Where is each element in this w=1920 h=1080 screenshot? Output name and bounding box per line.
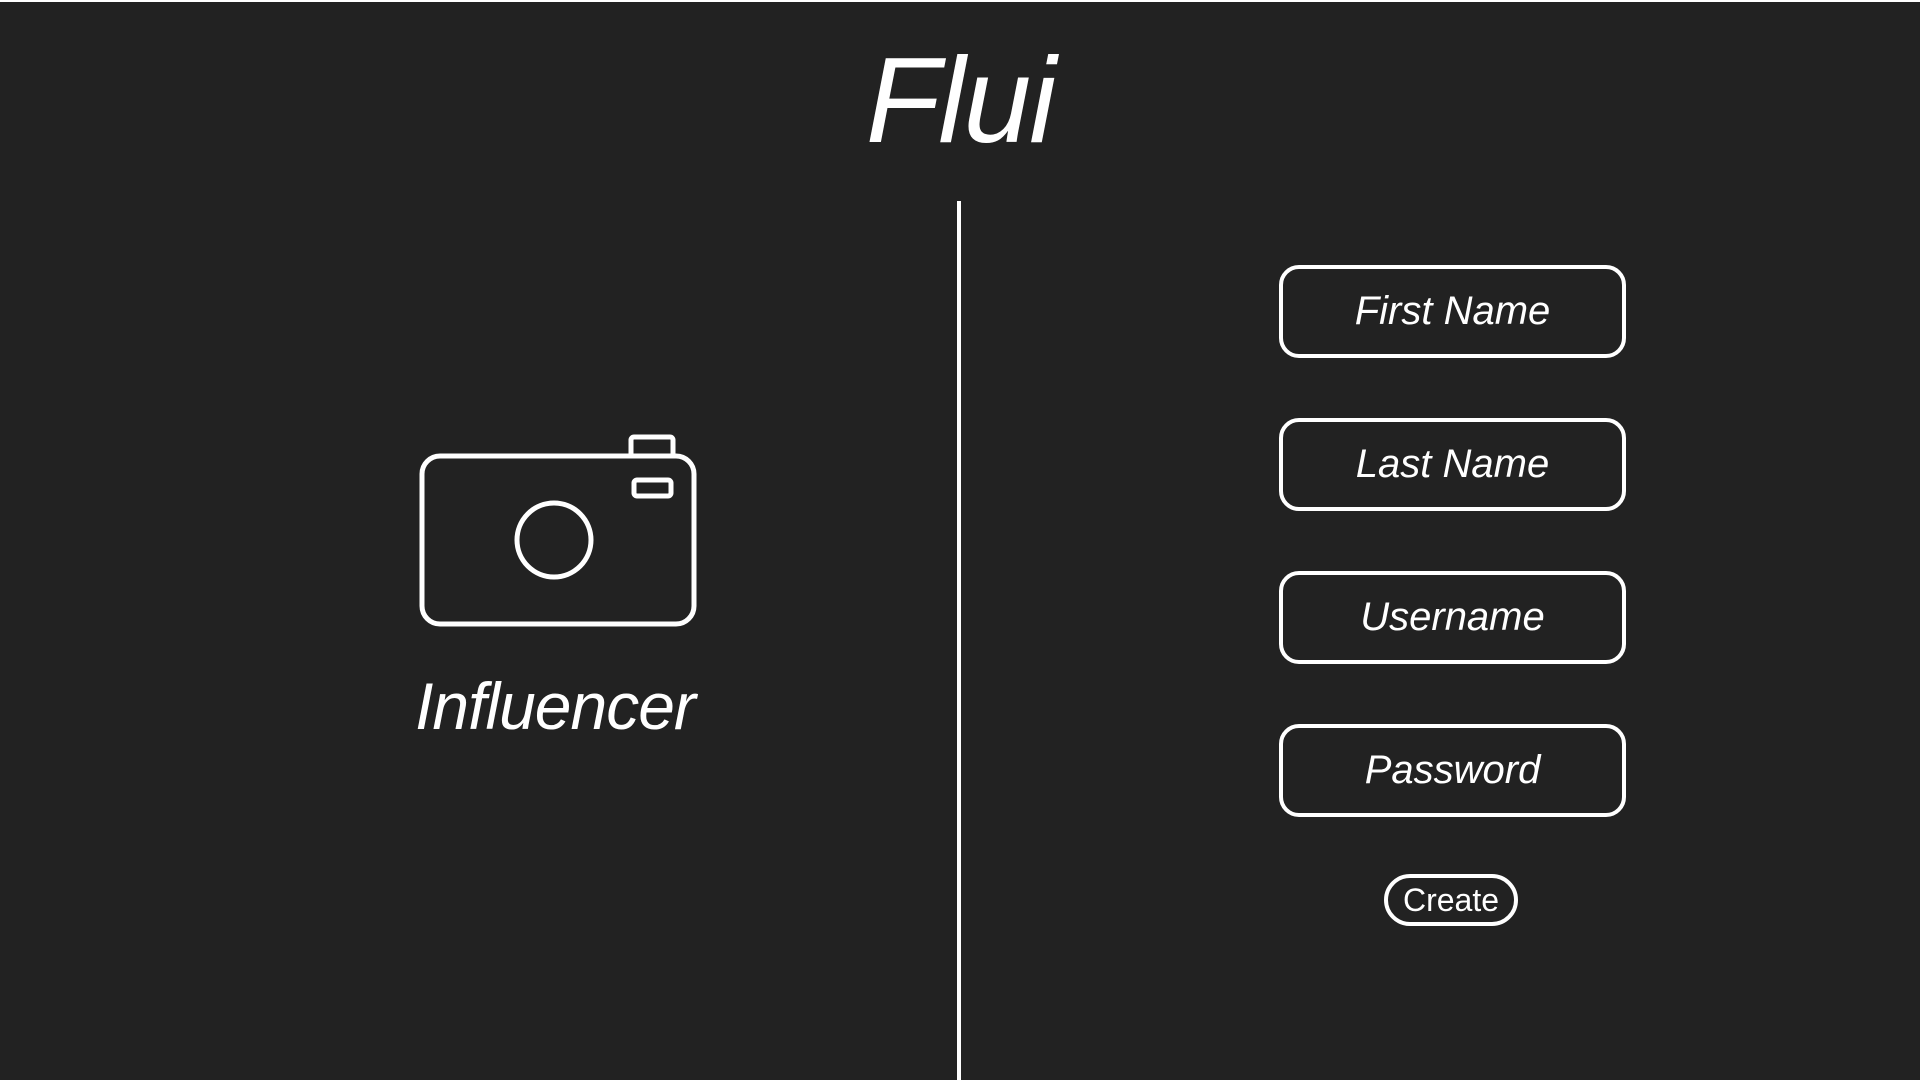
camera-icon [419,434,697,627]
top-border [0,0,1920,2]
signup-form: Create [1279,0,1626,1080]
username-field[interactable] [1279,571,1626,664]
role-panel: Influencer [0,201,957,1080]
panel-divider [957,201,961,1080]
role-label: Influencer [415,669,696,743]
last-name-field[interactable] [1279,418,1626,511]
signup-screen: Flui Influencer Create [0,0,1920,1080]
password-field[interactable] [1279,724,1626,817]
first-name-field[interactable] [1279,265,1626,358]
app-title: Flui [865,32,1057,168]
create-button[interactable]: Create [1384,874,1518,926]
